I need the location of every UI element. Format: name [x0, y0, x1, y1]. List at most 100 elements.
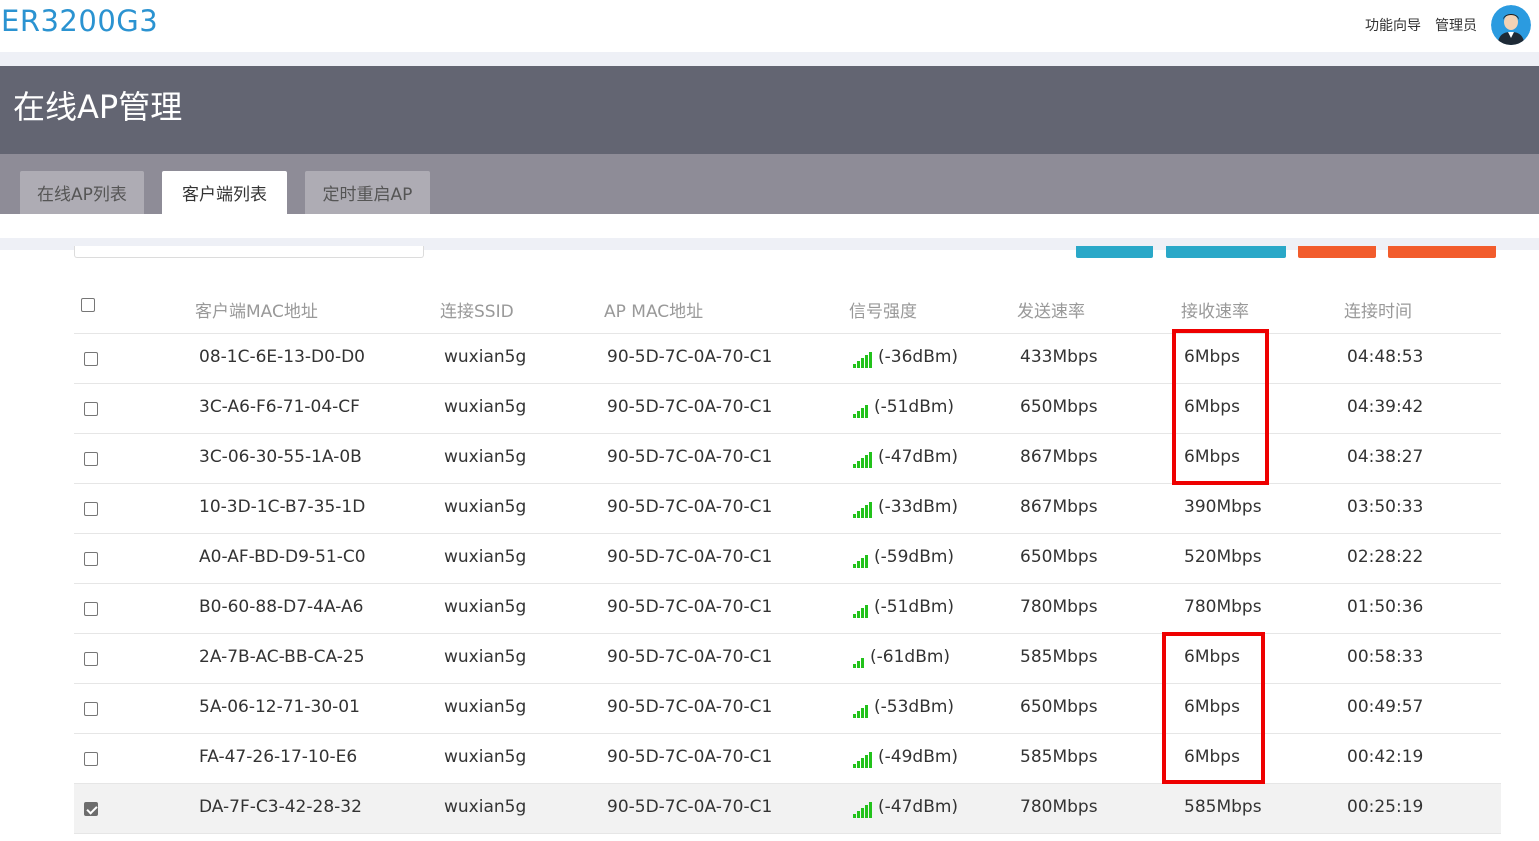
column-header-ap-mac[interactable]: AP MAC地址	[604, 297, 703, 322]
toolbar-button-4[interactable]	[1388, 246, 1496, 258]
row-checkbox[interactable]	[84, 352, 98, 366]
toolbar-button-1[interactable]	[1076, 246, 1153, 258]
connect-time-cell: 00:42:19	[1347, 747, 1424, 767]
column-header-client-mac[interactable]: 客户端MAC地址	[195, 297, 318, 322]
signal-bars-icon	[853, 648, 865, 668]
signal-cell: (-59dBm)	[853, 547, 954, 568]
signal-bars-icon	[853, 498, 873, 518]
client-mac-cell: 5A-06-12-71-30-01	[199, 697, 360, 717]
row-checkbox[interactable]	[84, 802, 98, 816]
signal-dbm-text: (-59dBm)	[874, 547, 955, 567]
top-separator	[0, 52, 1539, 66]
row-checkbox[interactable]	[84, 502, 98, 516]
connect-time-cell: 00:25:19	[1347, 797, 1424, 817]
row-checkbox[interactable]	[84, 452, 98, 466]
ssid-cell: wuxian5g	[444, 397, 527, 417]
column-header-rx-rate[interactable]: 接收速率	[1181, 297, 1249, 322]
client-mac-cell: B0-60-88-D7-4A-A6	[199, 597, 364, 617]
connect-time-cell: 02:28:22	[1347, 547, 1424, 567]
column-header-connect-time[interactable]: 连接时间	[1344, 297, 1412, 322]
tab-client-list[interactable]: 客户端列表	[162, 171, 287, 214]
row-checkbox[interactable]	[84, 652, 98, 666]
signal-dbm-text: (-51dBm)	[874, 597, 955, 617]
column-header-ssid[interactable]: 连接SSID	[440, 297, 514, 322]
ap-mac-cell: 90-5D-7C-0A-70-C1	[607, 747, 773, 767]
connect-time-cell: 04:48:53	[1347, 347, 1424, 367]
ap-mac-cell: 90-5D-7C-0A-70-C1	[607, 647, 773, 667]
signal-dbm-text: (-53dBm)	[874, 697, 955, 717]
connect-time-cell: 00:49:57	[1347, 697, 1424, 717]
page-header: 在线AP管理	[0, 66, 1539, 154]
column-header-tx-rate[interactable]: 发送速率	[1017, 297, 1085, 322]
client-mac-cell: 08-1C-6E-13-D0-D0	[199, 347, 365, 367]
column-header-signal[interactable]: 信号强度	[849, 297, 917, 322]
client-mac-cell: DA-7F-C3-42-28-32	[199, 797, 362, 817]
table-row[interactable]: 2A-7B-AC-BB-CA-25 wuxian5g 90-5D-7C-0A-70-…	[74, 634, 1501, 684]
table-row[interactable]: 10-3D-1C-B7-35-1D wuxian5g 90-5D-7C-0A-70-…	[74, 484, 1501, 534]
signal-cell: (-51dBm)	[853, 597, 954, 618]
table-header: 客户端MAC地址 连接SSID AP MAC地址 信号强度 发送速率 接收速率 …	[74, 284, 1501, 334]
ssid-cell: wuxian5g	[444, 447, 527, 467]
toolbar-button-2[interactable]	[1166, 246, 1286, 258]
table-row[interactable]: 08-1C-6E-13-D0-D0 wuxian5g 90-5D-7C-0A-70-…	[74, 334, 1501, 384]
client-table: 客户端MAC地址 连接SSID AP MAC地址 信号强度 发送速率 接收速率 …	[74, 284, 1501, 834]
tx-rate-cell: 780Mbps	[1020, 797, 1098, 817]
rx-rate-cell: 6Mbps	[1184, 697, 1240, 717]
client-mac-cell: A0-AF-BD-D9-51-C0	[199, 547, 366, 567]
table-row[interactable]: DA-7F-C3-42-28-32 wuxian5g 90-5D-7C-0A-70-…	[74, 784, 1501, 834]
tab-scheduled-reboot[interactable]: 定时重启AP	[305, 171, 430, 214]
connect-time-cell: 04:38:27	[1347, 447, 1424, 467]
search-input[interactable]	[74, 246, 424, 258]
brand-logo[interactable]: ER3200G3	[1, 4, 158, 38]
tx-rate-cell: 650Mbps	[1020, 547, 1098, 567]
table-row[interactable]: 3C-A6-F6-71-04-CF wuxian5g 90-5D-7C-0A-70-…	[74, 384, 1501, 434]
tx-rate-cell: 650Mbps	[1020, 697, 1098, 717]
select-all-checkbox[interactable]	[81, 298, 95, 312]
signal-dbm-text: (-47dBm)	[878, 797, 959, 817]
row-checkbox[interactable]	[84, 402, 98, 416]
tx-rate-cell: 867Mbps	[1020, 497, 1098, 517]
table-row[interactable]: B0-60-88-D7-4A-A6 wuxian5g 90-5D-7C-0A-70-…	[74, 584, 1501, 634]
top-right-nav: 功能向导 管理员	[1365, 4, 1531, 46]
ap-mac-cell: 90-5D-7C-0A-70-C1	[607, 547, 773, 567]
signal-dbm-text: (-49dBm)	[878, 747, 959, 767]
tab-bar: 在线AP列表 客户端列表 定时重启AP	[0, 154, 1539, 214]
ap-mac-cell: 90-5D-7C-0A-70-C1	[607, 447, 773, 467]
rx-rate-cell: 6Mbps	[1184, 747, 1240, 767]
ssid-cell: wuxian5g	[444, 597, 527, 617]
table-row[interactable]: 5A-06-12-71-30-01 wuxian5g 90-5D-7C-0A-70-…	[74, 684, 1501, 734]
signal-bars-icon	[853, 398, 869, 418]
toolbar-button-3[interactable]	[1298, 246, 1376, 258]
rx-rate-cell: 6Mbps	[1184, 347, 1240, 367]
row-checkbox[interactable]	[84, 602, 98, 616]
tab-online-ap-list[interactable]: 在线AP列表	[20, 171, 144, 214]
rx-rate-cell: 780Mbps	[1184, 597, 1262, 617]
signal-cell: (-61dBm)	[853, 647, 950, 668]
signal-bars-icon	[853, 548, 869, 568]
signal-bars-icon	[853, 748, 873, 768]
client-mac-cell: FA-47-26-17-10-E6	[199, 747, 358, 767]
row-checkbox[interactable]	[84, 752, 98, 766]
wizard-link[interactable]: 功能向导	[1365, 15, 1421, 35]
tx-rate-cell: 585Mbps	[1020, 647, 1098, 667]
table-row[interactable]: A0-AF-BD-D9-51-C0 wuxian5g 90-5D-7C-0A-70-…	[74, 534, 1501, 584]
signal-cell: (-47dBm)	[853, 797, 958, 818]
row-checkbox[interactable]	[84, 552, 98, 566]
ssid-cell: wuxian5g	[444, 497, 527, 517]
connect-time-cell: 04:39:42	[1347, 397, 1424, 417]
signal-dbm-text: (-33dBm)	[878, 497, 959, 517]
signal-dbm-text: (-51dBm)	[874, 397, 955, 417]
connect-time-cell: 00:58:33	[1347, 647, 1424, 667]
signal-bars-icon	[853, 448, 873, 468]
ssid-cell: wuxian5g	[444, 697, 527, 717]
table-row[interactable]: 3C-06-30-55-1A-0B wuxian5g 90-5D-7C-0A-70-…	[74, 434, 1501, 484]
admin-link[interactable]: 管理员	[1435, 15, 1477, 35]
signal-bars-icon	[853, 798, 873, 818]
rx-rate-cell: 585Mbps	[1184, 797, 1262, 817]
ap-mac-cell: 90-5D-7C-0A-70-C1	[607, 797, 773, 817]
signal-bars-icon	[853, 698, 869, 718]
avatar-icon[interactable]	[1491, 5, 1531, 45]
table-row[interactable]: FA-47-26-17-10-E6 wuxian5g 90-5D-7C-0A-70-…	[74, 734, 1501, 784]
ssid-cell: wuxian5g	[444, 547, 527, 567]
row-checkbox[interactable]	[84, 702, 98, 716]
